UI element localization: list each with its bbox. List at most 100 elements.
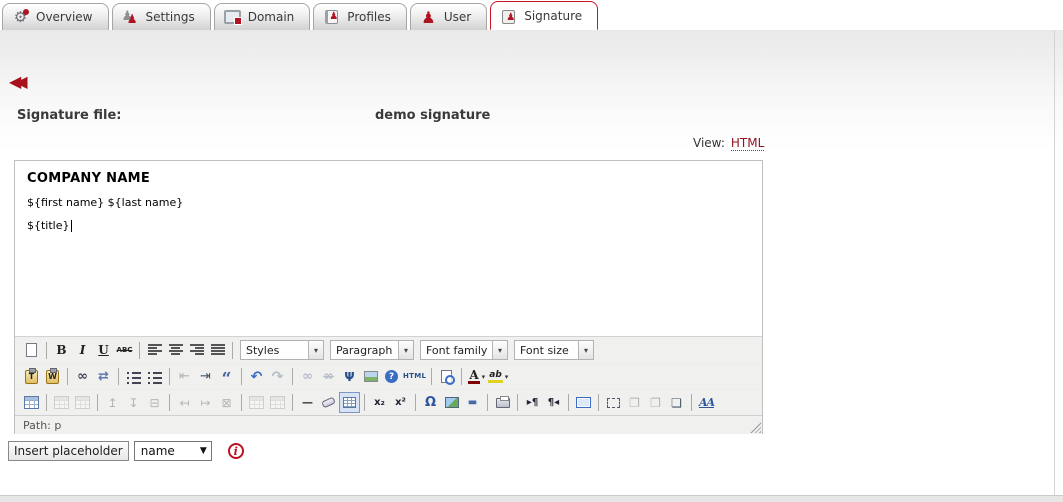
find-icon: ∞ [77,370,88,383]
toggle-absolute-position-button[interactable] [603,392,624,413]
view-html-link[interactable]: HTML [731,136,764,151]
toolbar-separator [241,394,242,411]
ordered-list-button[interactable] [144,366,165,387]
indent-icon: ⇥ [200,370,211,383]
insert-table-icon [24,396,39,409]
editor-content[interactable]: COMPANY NAME ${first name} ${last name} … [15,161,762,337]
align-center-button[interactable] [165,340,186,361]
remove-formatting-button[interactable] [318,392,339,413]
info-icon[interactable]: i [228,443,244,459]
address-book-icon [323,9,340,25]
select-value: Font family [421,344,492,357]
ordered-list-icon [148,370,162,384]
insert-layer-button[interactable]: ❏ [666,392,687,413]
tab-label: Settings [146,10,195,24]
subscript-button[interactable]: x₂ [369,392,390,413]
toolbar-separator [139,342,140,359]
chevron-down-icon: ▾ [482,373,486,381]
unordered-list-button[interactable] [123,366,144,387]
find-replace-button[interactable]: ⇄ [93,366,114,387]
font-family-select[interactable]: Font family▾ [420,340,508,360]
ltr-button[interactable]: ▸¶ [522,392,543,413]
new-document-icon [26,343,37,357]
new-document-button[interactable] [21,340,42,361]
horizontal-rule-button[interactable]: — [297,392,318,413]
insert-layer-icon: ❏ [671,397,682,409]
chevron-down-icon: ▾ [398,341,413,359]
superscript-button[interactable]: x² [390,392,411,413]
strikethrough-button[interactable]: ABC [114,340,135,361]
text-color-button[interactable]: A▾ [466,366,487,387]
tab-settings[interactable]: Settings [112,3,211,30]
background-color-button[interactable]: ab▾ [487,366,509,387]
toggle-guidelines-icon [343,397,356,408]
insert-table-button[interactable] [21,392,42,413]
undo-button[interactable]: ↶ [246,366,267,387]
outdent-button: ⇤ [174,366,195,387]
resize-handle[interactable] [750,422,761,433]
align-left-button[interactable] [144,340,165,361]
editor-status-bar: Path: p [15,415,762,434]
align-right-button[interactable] [186,340,207,361]
users-icon [122,9,139,25]
insert-column-before-button: ↤ [174,392,195,413]
ltr-icon: ▸¶ [527,398,538,408]
editor-line: ${title} [27,219,750,232]
edit-html-source-button[interactable]: HTML [402,366,427,387]
underline-button[interactable]: U [93,340,114,361]
chevron-down-icon: ▾ [505,373,509,381]
paragraph-select[interactable]: Paragraph▾ [330,340,414,360]
align-justify-button[interactable] [207,340,228,361]
placeholder-name-select[interactable]: name ▼ [134,441,212,461]
paste-from-word-button[interactable]: W [42,366,63,387]
special-character-icon: Ω [425,396,436,409]
print-button[interactable] [492,392,513,413]
toggle-guidelines-button[interactable] [339,392,360,413]
insert-image-button[interactable] [360,366,381,387]
advanced-hr-button[interactable]: ▬ [462,392,483,413]
table-row-properties-icon [54,396,69,409]
toolbar-separator [169,368,170,385]
back-button[interactable]: ◀◀ [9,74,30,90]
tab-signature[interactable]: Signature [490,1,598,30]
insert-row-before-button: ↥ [102,392,123,413]
preview-button[interactable] [436,366,457,387]
insert-column-before-icon: ↤ [179,397,189,409]
rtl-button[interactable]: ¶◂ [543,392,564,413]
gear-icon [12,9,29,25]
insert-placeholder-button[interactable]: Insert placeholder [8,441,129,461]
insert-link-button: ∞ [297,366,318,387]
blockquote-button[interactable]: “ [216,366,237,387]
preview-icon [441,370,452,383]
italic-button[interactable]: I [72,340,93,361]
font-size-select[interactable]: Font size▾ [514,340,594,360]
delete-column-icon: ⊠ [221,397,231,409]
insert-media-icon [445,397,459,408]
bold-button[interactable]: B [51,340,72,361]
special-character-button[interactable]: Ω [420,392,441,413]
tab-user[interactable]: User [410,3,487,30]
horizontal-rule-icon: — [302,397,313,408]
tab-overview[interactable]: Overview [2,3,109,30]
content-area: ◀◀ Signature file: demo signature View: … [0,30,1063,495]
insert-row-before-icon: ↥ [107,397,117,409]
styles-select[interactable]: Styles▾ [240,340,324,360]
help-button[interactable]: ? [381,366,402,387]
paste-as-text-button[interactable]: T [21,366,42,387]
outdent-icon: ⇤ [179,370,190,383]
insert-link-icon: ∞ [302,370,313,383]
toolbar-row-3: ↥↧⊟↤↦⊠—x₂x²Ω▬▸¶¶◂❐❐❏AA [15,389,762,415]
find-button[interactable]: ∞ [72,366,93,387]
indent-button[interactable]: ⇥ [195,366,216,387]
editor-line: ${first name} ${last name} [27,196,750,209]
tab-domain[interactable]: Domain [214,3,311,30]
anchor-button[interactable]: Ψ [339,366,360,387]
style-properties-button[interactable]: AA [696,392,717,413]
insert-column-after-button: ↦ [195,392,216,413]
toolbar-row-2: TW∞⇄⇤⇥“↶↷∞∞Ψ?HTMLA▾ab▾ [15,363,762,389]
fullscreen-button[interactable] [573,392,594,413]
tab-profiles[interactable]: Profiles [313,3,407,30]
superscript-icon: x² [395,398,406,408]
path-label: Path: p [23,419,61,432]
insert-media-button[interactable] [441,392,462,413]
